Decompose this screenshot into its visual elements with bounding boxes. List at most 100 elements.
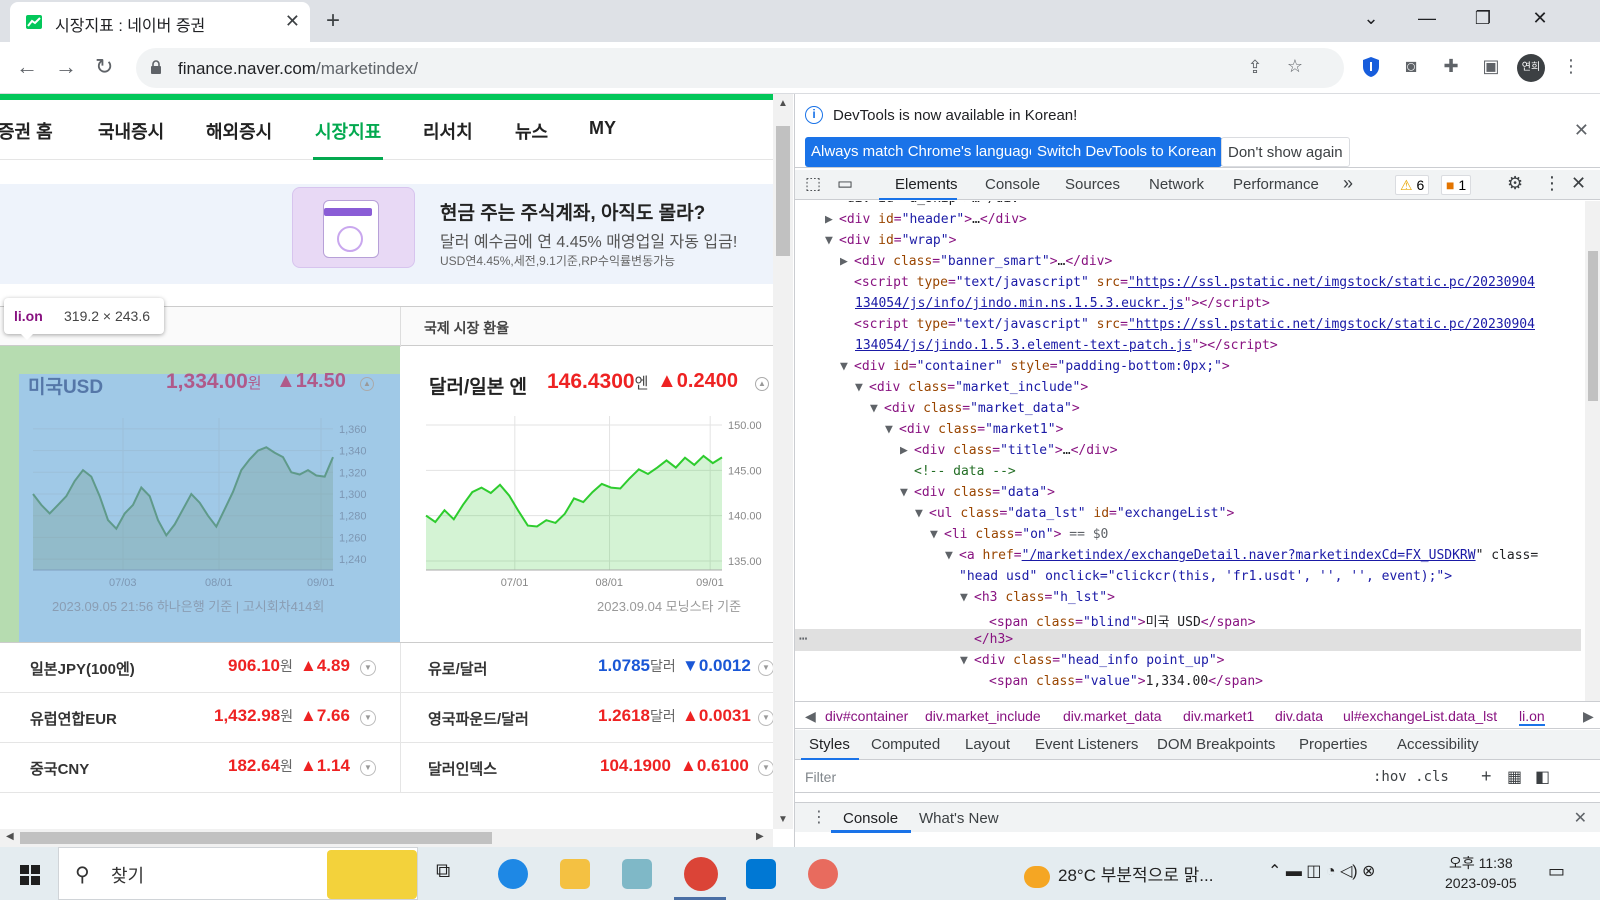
dom-node-line[interactable]: <script type="text/javascript" src="http…	[840, 317, 1535, 332]
tab-console[interactable]: Console	[985, 176, 1040, 193]
chevron-down-icon[interactable]: ▼	[360, 660, 376, 676]
nav-item-overseas[interactable]: 해외증시	[206, 118, 272, 144]
tab-close-icon[interactable]: ✕	[285, 11, 300, 32]
notepad-app-icon[interactable]	[622, 859, 652, 889]
scroll-down-icon[interactable]: ▼	[778, 814, 788, 825]
dom-node-line[interactable]: ▶ <div class="title">…</div>	[900, 443, 1118, 458]
dom-node-line[interactable]: <script type="text/javascript" src="http…	[840, 275, 1535, 290]
row-right-name[interactable]: 영국파운드/달러	[428, 708, 529, 729]
drawer-tab-console[interactable]: Console	[843, 810, 898, 827]
toggle-sidebar-icon[interactable]: ◧	[1535, 767, 1550, 787]
more-tabs-icon[interactable]: »	[1343, 173, 1353, 194]
computed-sidebar-icon[interactable]: ▦	[1507, 767, 1522, 787]
breadcrumb-item[interactable]: ul#exchangeList.data_lst	[1343, 708, 1497, 724]
devtools-menu-icon[interactable]: ⋮	[1543, 173, 1561, 194]
tab-dom-breakpoints[interactable]: DOM Breakpoints	[1157, 736, 1275, 753]
page-horizontal-scrollbar[interactable]: ◀ ▶	[0, 829, 773, 847]
side-panel-icon[interactable]: ▣	[1480, 56, 1502, 78]
nav-item-domestic[interactable]: 국내증시	[98, 118, 164, 144]
row-right-name[interactable]: 유로/달러	[428, 658, 487, 679]
issues-badge[interactable]: ■ 1	[1441, 175, 1472, 195]
shield-extension-icon[interactable]	[1362, 56, 1380, 78]
tab-computed[interactable]: Computed	[871, 736, 940, 753]
dom-node-line[interactable]: ▼ <div id="wrap">	[825, 233, 956, 248]
dom-scrollbar[interactable]	[1585, 201, 1600, 701]
dom-node-line[interactable]: ▼ <div class="market_data">	[870, 401, 1080, 416]
new-style-rule-icon[interactable]: +	[1481, 766, 1492, 787]
reload-icon[interactable]: ↻	[95, 54, 113, 80]
promo-banner[interactable]: 현금 주는 주식계좌, 아직도 몰라? 달러 예수금에 연 4.45% 매영업일…	[0, 184, 773, 284]
breadcrumb-item[interactable]: div.market_data	[1063, 708, 1162, 724]
settings-gear-icon[interactable]: ⚙	[1507, 173, 1523, 194]
chevron-down-icon[interactable]: ▼	[758, 660, 773, 676]
dom-node-line[interactable]: <span class="blind">미국 USD</span>	[975, 611, 1256, 630]
weather-widget[interactable]: 28°C 부분적으로 맑...	[1024, 861, 1213, 888]
international-rate-title[interactable]: 국제 시장 환율	[424, 318, 509, 338]
address-bar[interactable]: finance.naver.com/marketindex/ ⇪ ☆	[136, 48, 1344, 88]
dom-node-line[interactable]: ▼ <a href="/marketindex/exchangeDetail.na…	[945, 548, 1538, 563]
tab-accessibility[interactable]: Accessibility	[1397, 736, 1479, 753]
tab-event-listeners[interactable]: Event Listeners	[1035, 736, 1138, 753]
taskbar-clock[interactable]: 오후 11:38 2023-09-05	[1445, 853, 1517, 893]
nav-item-my[interactable]: MY	[589, 118, 616, 139]
nav-item-news[interactable]: 뉴스	[515, 118, 548, 144]
dom-node-line[interactable]: <!-- data -->	[900, 464, 1016, 479]
drawer-tab-whats-new[interactable]: What's New	[919, 810, 999, 827]
close-devtools-icon[interactable]: ✕	[1571, 173, 1586, 194]
chevron-down-icon[interactable]: ▼	[758, 760, 773, 776]
chevron-down-icon[interactable]: ▼	[360, 760, 376, 776]
nav-item-market-index[interactable]: 시장지표	[315, 118, 381, 144]
dom-node-line[interactable]: ▼ <div class="data">	[900, 485, 1055, 500]
hov-cls-toggles[interactable]: :hov .cls	[1373, 769, 1449, 785]
breadcrumb-item[interactable]: div.market_include	[925, 708, 1041, 724]
breadcrumb-right-icon[interactable]: ▶	[1583, 708, 1594, 725]
minimize-button[interactable]: —	[1412, 8, 1442, 29]
camera-extension-icon[interactable]: ◙	[1400, 56, 1422, 78]
dom-node-line[interactable]: ▶ <div id="header">…</div>	[825, 212, 1027, 227]
edge-app-icon[interactable]	[498, 859, 528, 889]
row-right-name[interactable]: 달러인덱스	[428, 758, 497, 779]
breadcrumb-item[interactable]: div.data	[1275, 708, 1323, 724]
row-left-name[interactable]: 유럽연합EUR	[30, 708, 117, 729]
inspect-element-icon[interactable]: ⬚	[805, 174, 821, 194]
dom-node-line[interactable]: ▼ <div class="market_include">	[855, 380, 1088, 395]
scrollbar-thumb[interactable]	[20, 832, 492, 844]
device-toolbar-icon[interactable]: ▭	[837, 174, 853, 194]
maximize-button[interactable]: ❐	[1468, 8, 1498, 29]
dom-node-line[interactable]: 134054/js/info/jindo.min.ns.1.5.3.euckr.…	[855, 296, 1270, 311]
usd-jpy-card[interactable]: 달러/일본 엔 146.4300엔 ▲0.2400 ▲ 150.00 145.00…	[401, 346, 773, 642]
row-left-name[interactable]: 중국CNY	[30, 758, 89, 779]
taskbar-search[interactable]: ⚲ 찾기	[58, 847, 418, 900]
usd-card[interactable]: 미국USD 1,334.00원 ▲14.50 ▲ 1,360 1,340 1,320…	[0, 346, 400, 642]
browser-tab[interactable]: 시장지표 : 네이버 증권 ✕	[10, 2, 310, 42]
row-left-name[interactable]: 일본JPY(100엔)	[30, 658, 135, 679]
notification-icon[interactable]: ▭	[1548, 861, 1565, 882]
tab-sources[interactable]: Sources	[1065, 176, 1120, 193]
vscode-app-icon[interactable]	[746, 859, 776, 889]
extensions-puzzle-icon[interactable]: ✚	[1440, 56, 1462, 78]
dom-node-line[interactable]: ▼ <ul class="data_lst" id="exchangeList">	[915, 506, 1234, 521]
close-drawer-icon[interactable]: ✕	[1574, 808, 1587, 828]
dom-node-line[interactable]: "head usd" onclick="clickcr(this, 'fr1.u…	[959, 569, 1452, 584]
dom-node-line[interactable]: ▼ <div class="head_info point_up">	[960, 653, 1224, 668]
dom-node-line[interactable]: <div id="a_skip">…</div>	[825, 201, 1027, 206]
tab-search-icon[interactable]: ⌄	[1356, 8, 1386, 29]
file-explorer-icon[interactable]	[560, 859, 590, 889]
profile-avatar[interactable]: 연희	[1517, 54, 1545, 82]
drawer-menu-icon[interactable]: ⋮	[811, 807, 827, 827]
paint-app-icon[interactable]	[808, 859, 838, 889]
breadcrumb-item[interactable]: div.market1	[1183, 708, 1254, 724]
tab-network[interactable]: Network	[1149, 176, 1204, 193]
system-tray-icons[interactable]: ⌃ ▬ ◫ ◔ ◁) ⊗	[1268, 861, 1375, 881]
tab-styles[interactable]: Styles	[809, 736, 850, 753]
dont-show-again-button[interactable]: Don't show again	[1221, 137, 1350, 167]
nav-item-research[interactable]: 리서치	[423, 118, 473, 144]
breadcrumb-item[interactable]: div#container	[825, 708, 908, 724]
tab-layout[interactable]: Layout	[965, 736, 1010, 753]
windows-start-icon[interactable]	[20, 865, 40, 885]
scroll-up-icon[interactable]: ▲	[778, 98, 788, 109]
dom-node-line[interactable]: <span class="value">1,334.00</span>	[975, 674, 1263, 689]
new-tab-button[interactable]: +	[326, 7, 340, 35]
breadcrumb-left-icon[interactable]: ◀	[805, 708, 816, 725]
filter-input[interactable]: Filter	[805, 769, 836, 785]
